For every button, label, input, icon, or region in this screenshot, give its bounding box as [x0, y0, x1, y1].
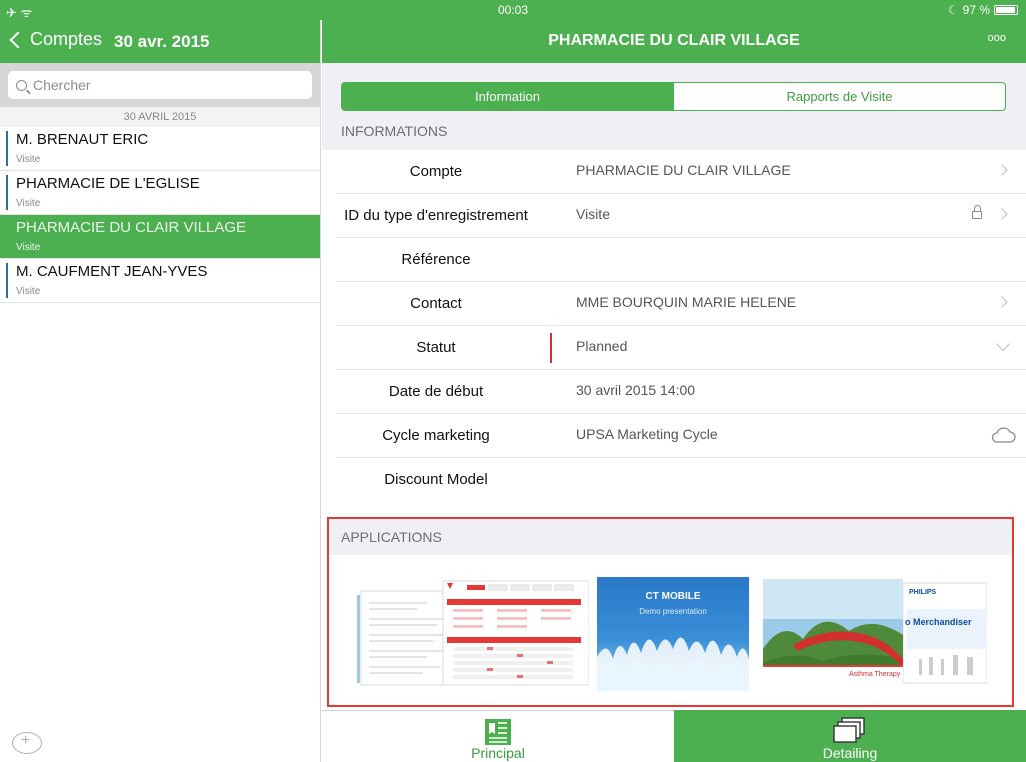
chevron-right-icon	[996, 296, 1008, 308]
list-section-header: 30 AVRIL 2015	[0, 107, 320, 127]
list-item[interactable]: M. CAUFMENT JEAN-YVES Visite	[0, 259, 320, 303]
app-thumbnail-report[interactable]	[357, 577, 590, 689]
field-row-date-debut[interactable]: Date de début 30 avril 2015 14:00	[322, 370, 1026, 414]
field-row-reference[interactable]: Référence	[322, 238, 1026, 282]
crowd-image	[597, 637, 749, 691]
list-item-title: PHARMACIE DU CLAIR VILLAGE	[16, 219, 247, 236]
list-item-subtitle: Visite	[16, 286, 41, 297]
chevron-right-icon	[996, 164, 1008, 176]
field-row-compte[interactable]: Compte PHARMACIE DU CLAIR VILLAGE	[322, 150, 1026, 194]
applications-section: APPLICATIONS CT MOBILE Demo presentation…	[327, 517, 1014, 707]
list-item[interactable]: PHARMACIE DE L'EGLISE Visite	[0, 171, 320, 215]
list-item[interactable]: M. BRENAUT ERIC Visite	[0, 127, 320, 171]
section-header-informations: INFORMATIONS	[322, 113, 1026, 150]
field-value: MME BOURQUIN MARIE HELENE	[576, 294, 797, 310]
list-item-title: M. CAUFMENT JEAN-YVES	[16, 263, 208, 280]
tab-principal[interactable]: Principal	[322, 710, 674, 762]
report-document-image	[357, 580, 590, 686]
list-item-title: M. BRENAUT ERIC	[16, 131, 149, 148]
chevron-down-icon	[995, 336, 1011, 352]
detail-pane: PHARMACIE DU CLAIR VILLAGE ooo Informati…	[322, 20, 1026, 762]
list-date-title: 30 avr. 2015	[114, 32, 210, 51]
section-header-applications: APPLICATIONS	[329, 519, 1012, 555]
search-bar: Chercher	[0, 63, 320, 107]
list-item-accent	[6, 175, 8, 210]
list-item-subtitle: Visite	[16, 154, 41, 165]
tab-detailing-label: Detailing	[822, 745, 878, 761]
field-label: Contact	[410, 295, 462, 312]
list-item-selected[interactable]: PHARMACIE DU CLAIR VILLAGE Visite	[0, 215, 320, 259]
asthma-caption: Asthma Therapy	[849, 671, 901, 678]
segment-rapports-de-visite[interactable]: Rapports de Visite	[673, 83, 1005, 110]
list-item-subtitle: Visite	[16, 198, 41, 209]
cloud-icon	[991, 427, 1016, 443]
segment-control-wrap: Information Rapports de Visite	[322, 63, 1026, 113]
chevron-right-icon	[996, 208, 1008, 220]
field-value: PHARMACIE DU CLAIR VILLAGE	[576, 162, 791, 178]
field-label: Statut	[416, 339, 456, 356]
field-row-statut[interactable]: Statut Planned	[322, 326, 1026, 370]
left-nav-bar: Comptes 30 avr. 2015	[0, 20, 320, 63]
field-value: UPSA Marketing Cycle	[576, 426, 718, 442]
back-button[interactable]: Comptes	[8, 29, 102, 50]
philips-brand: PHILIPS	[909, 589, 937, 596]
add-comment-icon[interactable]	[12, 732, 42, 754]
right-nav-bar: PHARMACIE DU CLAIR VILLAGE ooo	[322, 20, 1026, 63]
lock-icon	[972, 205, 982, 219]
tab-detailing[interactable]: Detailing	[674, 710, 1026, 762]
field-row-cycle-marketing[interactable]: Cycle marketing UPSA Marketing Cycle	[322, 414, 1026, 458]
field-row-discount-model[interactable]: Discount Model	[322, 458, 1026, 502]
philips-caption: o Merchandiser	[905, 617, 972, 627]
battery-level: 97 %	[962, 3, 990, 17]
bottom-tab-bar: Principal Detailing	[322, 710, 1026, 762]
field-label: Date de début	[388, 383, 484, 400]
search-input[interactable]: Chercher	[8, 71, 312, 99]
more-options-button[interactable]: ooo	[988, 32, 1006, 44]
search-placeholder: Chercher	[33, 77, 91, 93]
status-bar: ✈ ᯤ 00:03 ☾ 97 %	[0, 0, 1026, 20]
document-icon	[485, 719, 511, 745]
list-item-accent	[6, 263, 8, 298]
page-title: PHARMACIE DU CLAIR VILLAGE	[548, 32, 800, 49]
fields-list: Compte PHARMACIE DU CLAIR VILLAGE ID du …	[322, 150, 1026, 502]
required-indicator	[550, 333, 552, 363]
search-icon	[16, 79, 27, 91]
segment-information[interactable]: Information	[342, 83, 673, 110]
stacked-slides-icon	[833, 717, 865, 743]
segmented-control: Information Rapports de Visite	[341, 82, 1006, 111]
tab-principal-label: Principal	[471, 745, 525, 761]
moon-icon: ☾	[947, 3, 959, 17]
field-row-record-type[interactable]: ID du type d'enregistrement Visite	[322, 194, 1026, 238]
visit-list-pane: Comptes 30 avr. 2015 Chercher 30 AVRIL 2…	[0, 20, 321, 762]
status-time: 00:03	[497, 3, 529, 17]
field-label: Discount Model	[384, 471, 488, 488]
app-thumbnail-asthma-therapy[interactable]: PHILIPS o Merchandiser Asthma Therapy	[763, 579, 987, 691]
field-label: Cycle marketing	[382, 427, 490, 444]
field-label: ID du type d'enregistrement	[344, 207, 528, 224]
list-item-accent	[6, 131, 8, 166]
app-thumbnail-ct-mobile[interactable]: CT MOBILE Demo presentation	[597, 577, 749, 691]
battery-icon	[994, 5, 1018, 15]
status-select[interactable]: Planned	[576, 338, 627, 354]
list-item-subtitle: Visite	[16, 242, 41, 253]
applications-thumbnails: CT MOBILE Demo presentation PHILIPS o Me…	[329, 555, 1012, 705]
field-row-contact[interactable]: Contact MME BOURQUIN MARIE HELENE	[322, 282, 1026, 326]
field-label: Référence	[401, 251, 471, 268]
field-label: Compte	[409, 163, 463, 180]
back-button-label: Comptes	[30, 29, 103, 49]
chevron-left-icon	[9, 31, 27, 48]
field-value[interactable]: 30 avril 2015 14:00	[576, 382, 695, 398]
field-value: Visite	[576, 206, 610, 222]
list-item-title: PHARMACIE DE L'EGLISE	[16, 175, 200, 192]
